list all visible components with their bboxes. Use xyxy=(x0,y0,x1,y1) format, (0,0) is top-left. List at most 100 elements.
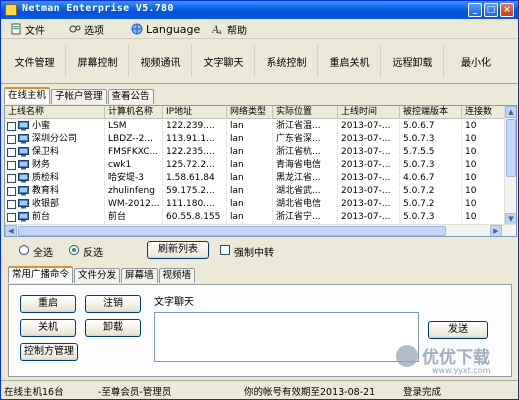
invert-label[interactable]: 反选 xyxy=(83,244,103,259)
tab-file-distribution[interactable]: 文件分发 xyxy=(74,268,121,283)
computer-icon xyxy=(18,121,29,131)
restart-button[interactable]: 重启 xyxy=(20,295,76,313)
cell-computer-name: 前台 xyxy=(105,211,163,224)
table-row[interactable]: 质检科 哈安堤-3 1.58.61.84 lan 黑龙江省... 2013-07-... 4… xyxy=(5,172,505,185)
file-manager-button[interactable]: 文件管理 xyxy=(4,45,66,77)
scroll-thumb[interactable] xyxy=(506,119,516,177)
title-bar[interactable]: Netman Enterprise V5.780 _ □ × xyxy=(1,1,518,19)
app-icon xyxy=(5,4,17,16)
close-button[interactable]: × xyxy=(500,3,514,17)
force-relay-label[interactable]: 强制中转 xyxy=(234,244,274,259)
menu-options[interactable]: 选项 xyxy=(69,21,104,37)
tab-online-hosts[interactable]: 在线主机 xyxy=(4,87,51,104)
menu-file[interactable]: 文件 xyxy=(10,21,45,37)
cell-client-version: 5.0.7.3 xyxy=(400,133,462,146)
shutdown-button[interactable]: 关机 xyxy=(20,319,76,337)
invert-radio[interactable] xyxy=(69,245,79,255)
cell-online-time: 2013-07-... xyxy=(338,159,400,172)
svg-text:a: a xyxy=(218,29,222,35)
controller-management-button[interactable]: 控制方管理 xyxy=(20,343,78,361)
restart-shutdown-button[interactable]: 重启关机 xyxy=(319,45,381,77)
minimize-button[interactable]: _ xyxy=(468,3,482,17)
status-account-level: -至尊会员-管理员 xyxy=(98,387,172,398)
cell-ip-address: 1.58.61.84 xyxy=(163,172,227,185)
row-checkbox[interactable] xyxy=(7,200,16,209)
cell-network-type: lan xyxy=(227,211,273,224)
cell-network-type: lan xyxy=(227,172,273,185)
logout-button[interactable]: 注销 xyxy=(85,295,141,313)
video-call-button[interactable]: 视频通讯 xyxy=(130,45,192,77)
tab-sub-accounts[interactable]: 子帐户管理 xyxy=(51,89,107,104)
cell-computer-name: LBDZ--2... xyxy=(105,133,163,146)
tab-announcements[interactable]: 查看公告 xyxy=(107,89,154,104)
uninstall-button[interactable]: 卸载 xyxy=(85,319,141,337)
cell-computer-name: 哈安堤-3 xyxy=(105,172,163,185)
row-checkbox[interactable] xyxy=(7,135,16,144)
text-chat-button[interactable]: 文字聊天 xyxy=(193,45,255,77)
cell-online-name: 质检科 xyxy=(29,172,105,185)
col-online-time[interactable]: 上线时间 xyxy=(338,106,400,119)
menu-help-label: 帮助 xyxy=(227,25,247,37)
send-button[interactable]: 发送 xyxy=(428,321,488,339)
scroll-left-arrow[interactable]: ◀ xyxy=(5,225,17,236)
tab-video-wall[interactable]: 视频墙 xyxy=(158,268,196,283)
cell-online-time: 2013-07-... xyxy=(338,198,400,211)
tab-broadcast-commands[interactable]: 常用广播命令 xyxy=(8,266,74,283)
table-horizontal-scrollbar[interactable]: ◀ ▶ xyxy=(5,224,516,236)
cell-ip-address: 125.72.2... xyxy=(163,159,227,172)
window-title: Netman Enterprise V5.780 xyxy=(22,3,174,14)
row-checkbox[interactable] xyxy=(7,187,16,196)
row-checkbox[interactable] xyxy=(7,122,16,131)
row-checkbox[interactable] xyxy=(7,213,16,222)
cell-client-version: 5.0.7.2 xyxy=(400,185,462,198)
table-row[interactable]: 前台 前台 60.55.8.155 lan 浙江省宁... 2013-07-... 5.0.… xyxy=(5,211,505,224)
tab-screen-wall[interactable]: 屏幕墙 xyxy=(121,268,158,283)
cell-online-name: 小蜜 xyxy=(29,120,105,133)
row-checkbox[interactable] xyxy=(7,148,16,157)
cell-ip-address: 122.235.... xyxy=(163,146,227,159)
table-row[interactable]: 财务 cwk1 125.72.2... lan 青海省电信 2013-07-... 5.0.… xyxy=(5,159,505,172)
scroll-up-arrow[interactable]: ▲ xyxy=(505,106,516,118)
table-vertical-scrollbar[interactable]: ▲ ▼ xyxy=(504,106,516,225)
col-computer-name[interactable]: 计算机名称 xyxy=(105,106,163,119)
col-online-name[interactable]: 上线名称 xyxy=(5,106,105,119)
cell-network-type: lan xyxy=(227,133,273,146)
col-connections[interactable]: 连接数 xyxy=(462,106,505,119)
watermark-name: 优优下载 xyxy=(422,348,490,368)
table-row[interactable]: 深圳分公司 LBDZ--2... 113.91.1... lan 广东省深... 2013… xyxy=(5,133,505,146)
system-control-button[interactable]: 系统控制 xyxy=(256,45,318,77)
select-all-radio[interactable] xyxy=(19,245,29,255)
cell-online-time: 2013-07-... xyxy=(338,120,400,133)
watermark-logo-icon xyxy=(396,345,418,367)
scroll-right-arrow[interactable]: ▶ xyxy=(490,225,502,236)
menu-help[interactable]: Aa 帮助 xyxy=(212,21,247,37)
col-network-type[interactable]: 网络类型 xyxy=(227,106,273,119)
cell-network-type: lan xyxy=(227,159,273,172)
refresh-list-button[interactable]: 刷新列表 xyxy=(147,241,209,259)
table-row[interactable]: 收银部 WM-2012... 111.180.... lan 湖北省电信 2013-07-… xyxy=(5,198,505,211)
table-row[interactable]: 保卫科 FMSFKXC... 122.235.... lan 浙江省杭... 2013-0… xyxy=(5,146,505,159)
maximize-button[interactable]: □ xyxy=(484,3,498,17)
screen-control-button[interactable]: 屏幕控制 xyxy=(67,45,129,77)
cell-connections: 10 xyxy=(462,159,505,172)
status-expiry: 你的帐号有效期至2013-08-21 xyxy=(244,387,376,398)
hscroll-thumb[interactable] xyxy=(18,226,446,236)
chat-input[interactable] xyxy=(154,312,419,362)
row-checkbox[interactable] xyxy=(7,161,16,170)
row-checkbox[interactable] xyxy=(7,174,16,183)
col-location[interactable]: 实际位置 xyxy=(273,106,338,119)
remote-uninstall-button[interactable]: 远程卸载 xyxy=(382,45,444,77)
table-row[interactable]: 教育科 zhulinfeng 59.175.2... lan 湖北省武... 2013-0… xyxy=(5,185,505,198)
watermark-url: www.yyxt.com xyxy=(432,366,491,375)
select-all-label[interactable]: 全选 xyxy=(33,244,53,259)
col-client-version[interactable]: 被控端版本 xyxy=(400,106,462,119)
cell-ip-address: 111.180.... xyxy=(163,198,227,211)
menu-language[interactable]: Language xyxy=(131,21,200,37)
minimize-tool-button[interactable]: 最小化 xyxy=(445,45,507,77)
file-icon xyxy=(11,23,21,35)
col-ip-address[interactable]: IP地址 xyxy=(163,106,227,119)
cell-client-version: 5.7.5.5 xyxy=(400,146,462,159)
table-row[interactable]: 小蜜 LSM 122.239.... lan 浙江省温... 2013-07-... 5.0… xyxy=(5,120,505,133)
force-relay-checkbox[interactable] xyxy=(220,245,230,255)
cell-online-time: 2013-07-... xyxy=(338,185,400,198)
